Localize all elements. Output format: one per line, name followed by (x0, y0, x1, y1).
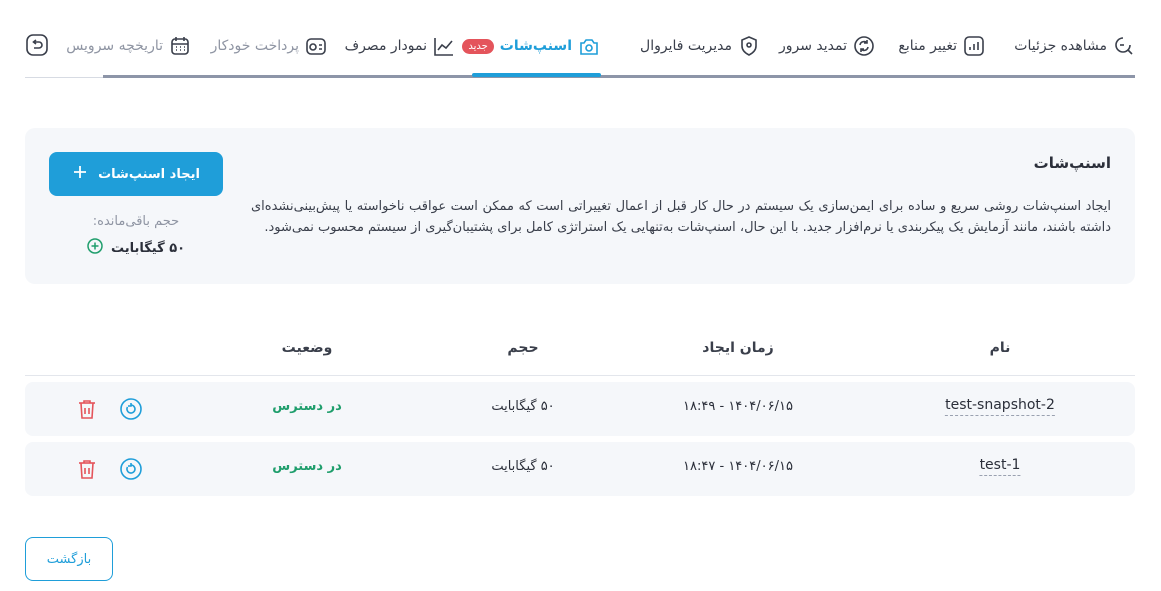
header-name: نام (989, 340, 1011, 356)
tab-resources-label: تغییر منابع (898, 38, 957, 54)
tab-renew-label: تمدید سرور (778, 38, 847, 54)
header-status: وضعیت (281, 340, 333, 356)
card-description: ایجاد اسنپ‌شات روشی سریع و ساده برای ایم… (251, 199, 1111, 235)
back-button-label: بازگشت (46, 551, 92, 567)
tab-usage[interactable]: نمودار مصرف (345, 32, 455, 60)
snapshot-name[interactable]: test-1 (979, 457, 1021, 476)
snapshot-created: ۱۴۰۴/۰۶/۱۵ - ۱۸:۴۹ (683, 399, 793, 414)
tab-history[interactable]: تاریخچه سرویس (66, 32, 191, 60)
search-details-icon (1113, 35, 1135, 57)
tab-autopay[interactable]: پرداخت خودکار (211, 32, 327, 60)
snapshot-size: ۵۰ گیگابایت (491, 459, 555, 474)
new-badge: جدید (462, 38, 494, 54)
trash-icon[interactable] (75, 397, 99, 421)
camera-icon (578, 35, 600, 57)
create-snapshot-label: ایجاد اسنپ‌شات (98, 166, 200, 182)
tab-bar-divider (103, 75, 1135, 78)
tab-bar: مشاهده جزئیات تغییر منابع تمدید سرور مدی… (25, 0, 1135, 80)
tab-renew[interactable]: تمدید سرور (779, 32, 875, 60)
remaining-size-label: حجم باقی‌مانده: (92, 214, 180, 229)
shield-icon (738, 35, 760, 57)
remaining-size: ۵۰ گیگابایت (49, 238, 223, 258)
plus-icon (72, 164, 88, 184)
table-header: نام زمان ایجاد حجم وضعیت (25, 330, 1135, 376)
chart-up-icon (963, 35, 985, 57)
tab-autopay-label: پرداخت خودکار (210, 38, 299, 54)
tab-bar-divider-light (25, 77, 103, 78)
wallet-icon (305, 35, 327, 57)
active-tab-indicator (472, 73, 601, 77)
snapshot-created: ۱۴۰۴/۰۶/۱۵ - ۱۸:۴۷ (683, 459, 793, 474)
restore-icon[interactable] (119, 457, 143, 481)
card-title: اسنپ‌شات (1033, 154, 1111, 172)
tab-firewall[interactable]: مدیریت فایروال (640, 32, 760, 60)
create-snapshot-button[interactable]: ایجاد اسنپ‌شات (49, 152, 223, 196)
tab-snapshots-label: اسنپ‌شات (499, 38, 572, 54)
restore-icon[interactable] (119, 397, 143, 421)
tab-history-label: تاریخچه سرویس (66, 38, 163, 54)
snapshot-size: ۵۰ گیگابایت (491, 399, 555, 414)
tab-firewall-label: مدیریت فایروال (640, 38, 732, 54)
snapshot-status: در دسترس (272, 399, 342, 414)
tab-usage-label: نمودار مصرف (344, 38, 427, 54)
back-button[interactable]: بازگشت (25, 537, 113, 581)
snapshot-name[interactable]: test-snapshot-2 (945, 397, 1055, 416)
table-row: test-snapshot-2 ۱۴۰۴/۰۶/۱۵ - ۱۸:۴۹ ۵۰ گی… (25, 382, 1135, 436)
header-size: حجم (507, 340, 539, 356)
snapshot-status: در دسترس (272, 459, 342, 474)
tab-snapshots[interactable]: اسنپ‌شات جدید (462, 32, 600, 60)
snapshot-info-card: اسنپ‌شات ایجاد اسنپ‌شات روشی سریع و ساده… (25, 128, 1135, 284)
refresh-icon (853, 35, 875, 57)
add-circle-icon[interactable] (87, 238, 103, 258)
tab-details[interactable]: مشاهده جزئیات (1014, 32, 1135, 60)
remaining-size-value: ۵۰ گیگابایت (110, 240, 186, 256)
back-arrow-icon[interactable] (25, 33, 49, 57)
trash-icon[interactable] (75, 457, 99, 481)
tab-details-label: مشاهده جزئیات (1014, 38, 1107, 54)
table-row: test-1 ۱۴۰۴/۰۶/۱۵ - ۱۸:۴۷ ۵۰ گیگابایت در… (25, 442, 1135, 496)
tab-resources[interactable]: تغییر منابع (898, 32, 985, 60)
header-created: زمان ایجاد (702, 340, 774, 356)
line-chart-icon (433, 35, 455, 57)
calendar-icon (169, 35, 191, 57)
